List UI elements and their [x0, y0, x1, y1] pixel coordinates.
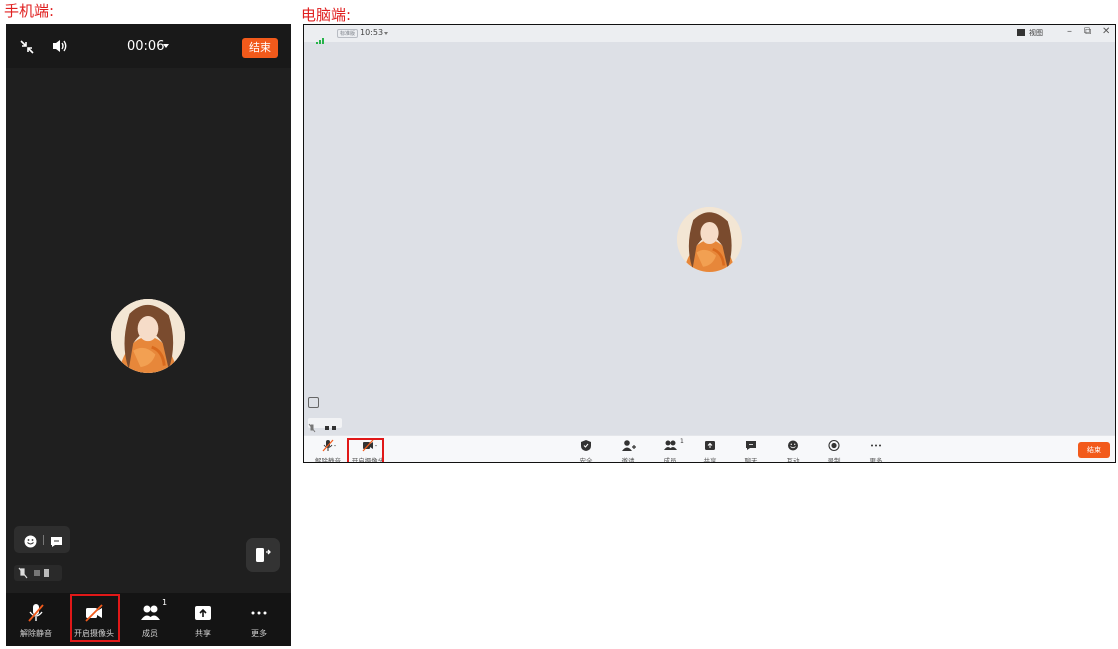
switch-device-button[interactable]: [246, 538, 280, 572]
more-label: 更多: [869, 457, 883, 463]
interact-label: 互动: [786, 457, 800, 463]
unmute-button[interactable]: 解除静音: [10, 593, 62, 646]
meeting-time[interactable]: 10:53: [360, 28, 383, 37]
restore-icon[interactable]: ⧉: [1084, 26, 1091, 37]
highlight-box: [347, 438, 384, 462]
unmute-button[interactable]: 解除静音: [306, 436, 350, 463]
invite-button[interactable]: 邀请: [606, 436, 650, 463]
pc-meeting-window: 标准版 10:53 视图 – ⧉ ✕ 解除静音 开启摄像头 安全 邀请 1 成员…: [303, 24, 1116, 463]
shrink-icon[interactable]: [19, 39, 35, 55]
share-label: 共享: [703, 457, 717, 463]
members-label: 成员: [142, 629, 158, 638]
record-button[interactable]: 录制: [812, 436, 856, 463]
share-button[interactable]: 共享: [177, 593, 229, 646]
end-meeting-button[interactable]: 结束: [242, 38, 278, 58]
pc-section-label: 电脑端:: [301, 6, 352, 24]
end-meeting-button[interactable]: 结束: [1078, 442, 1110, 458]
more-label: 更多: [251, 629, 267, 638]
chat-label: 聊天: [744, 457, 758, 463]
more-button[interactable]: 更多: [233, 593, 285, 646]
meeting-timer[interactable]: 00:06: [127, 39, 164, 54]
reaction-chat-pill[interactable]: [14, 526, 70, 553]
participant-avatar: [111, 299, 185, 373]
unmute-label: 解除静音: [315, 457, 341, 463]
chevron-down-icon[interactable]: [384, 32, 388, 35]
share-label: 共享: [195, 629, 211, 638]
highlight-box: [70, 594, 120, 642]
mobile-bottom-toolbar: 解除静音 开启摄像头 1 成员 共享 更多: [6, 593, 291, 646]
signal-icon: [316, 29, 324, 48]
minimize-icon[interactable]: –: [1067, 26, 1072, 37]
share-button[interactable]: 共享: [688, 436, 732, 463]
chevron-down-icon[interactable]: [163, 44, 169, 48]
chat-icon[interactable]: [50, 533, 63, 552]
record-label: 录制: [827, 457, 841, 463]
invite-label: 邀请: [621, 457, 635, 463]
emoji-icon[interactable]: [24, 533, 37, 552]
view-button[interactable]: 视图: [1029, 28, 1043, 38]
speaker-icon[interactable]: [51, 38, 69, 54]
self-status-strip: [308, 418, 342, 433]
members-count-badge: 1: [680, 438, 684, 445]
close-icon[interactable]: ✕: [1102, 26, 1110, 37]
edition-badge: 标准版: [337, 29, 359, 38]
security-label: 安全: [579, 457, 593, 463]
self-status-strip: [14, 565, 62, 581]
more-button[interactable]: 更多: [854, 436, 898, 463]
unmute-label: 解除静音: [20, 629, 52, 638]
members-label: 成员: [663, 457, 677, 463]
interact-button[interactable]: 互动: [771, 436, 815, 463]
mobile-top-bar: 00:06 结束: [6, 24, 291, 68]
screenshot-root: 手机端: 电脑端: 00:06 结束 解除静音 开启摄像头 1 成员 共享 更多…: [0, 0, 1118, 649]
pin-panel-icon[interactable]: [308, 397, 319, 408]
mobile-meeting-screen: 00:06 结束 解除静音 开启摄像头 1 成员 共享 更多: [6, 24, 291, 646]
participant-avatar: [677, 207, 742, 272]
mobile-section-label: 手机端:: [4, 2, 55, 20]
members-count-badge: 1: [162, 598, 168, 607]
members-button[interactable]: 1 成员: [124, 593, 176, 646]
members-button[interactable]: 1 成员: [648, 436, 692, 463]
divider: [43, 535, 44, 545]
pc-bottom-toolbar: 解除静音 开启摄像头 安全 邀请 1 成员 共享 聊天 互动 录制 更多 结束: [304, 435, 1115, 463]
security-button[interactable]: 安全: [564, 436, 608, 463]
chat-button[interactable]: 聊天: [729, 436, 773, 463]
pc-title-bar: 标准版 10:53 视图 – ⧉ ✕: [304, 25, 1115, 44]
view-icon[interactable]: [1017, 29, 1025, 36]
